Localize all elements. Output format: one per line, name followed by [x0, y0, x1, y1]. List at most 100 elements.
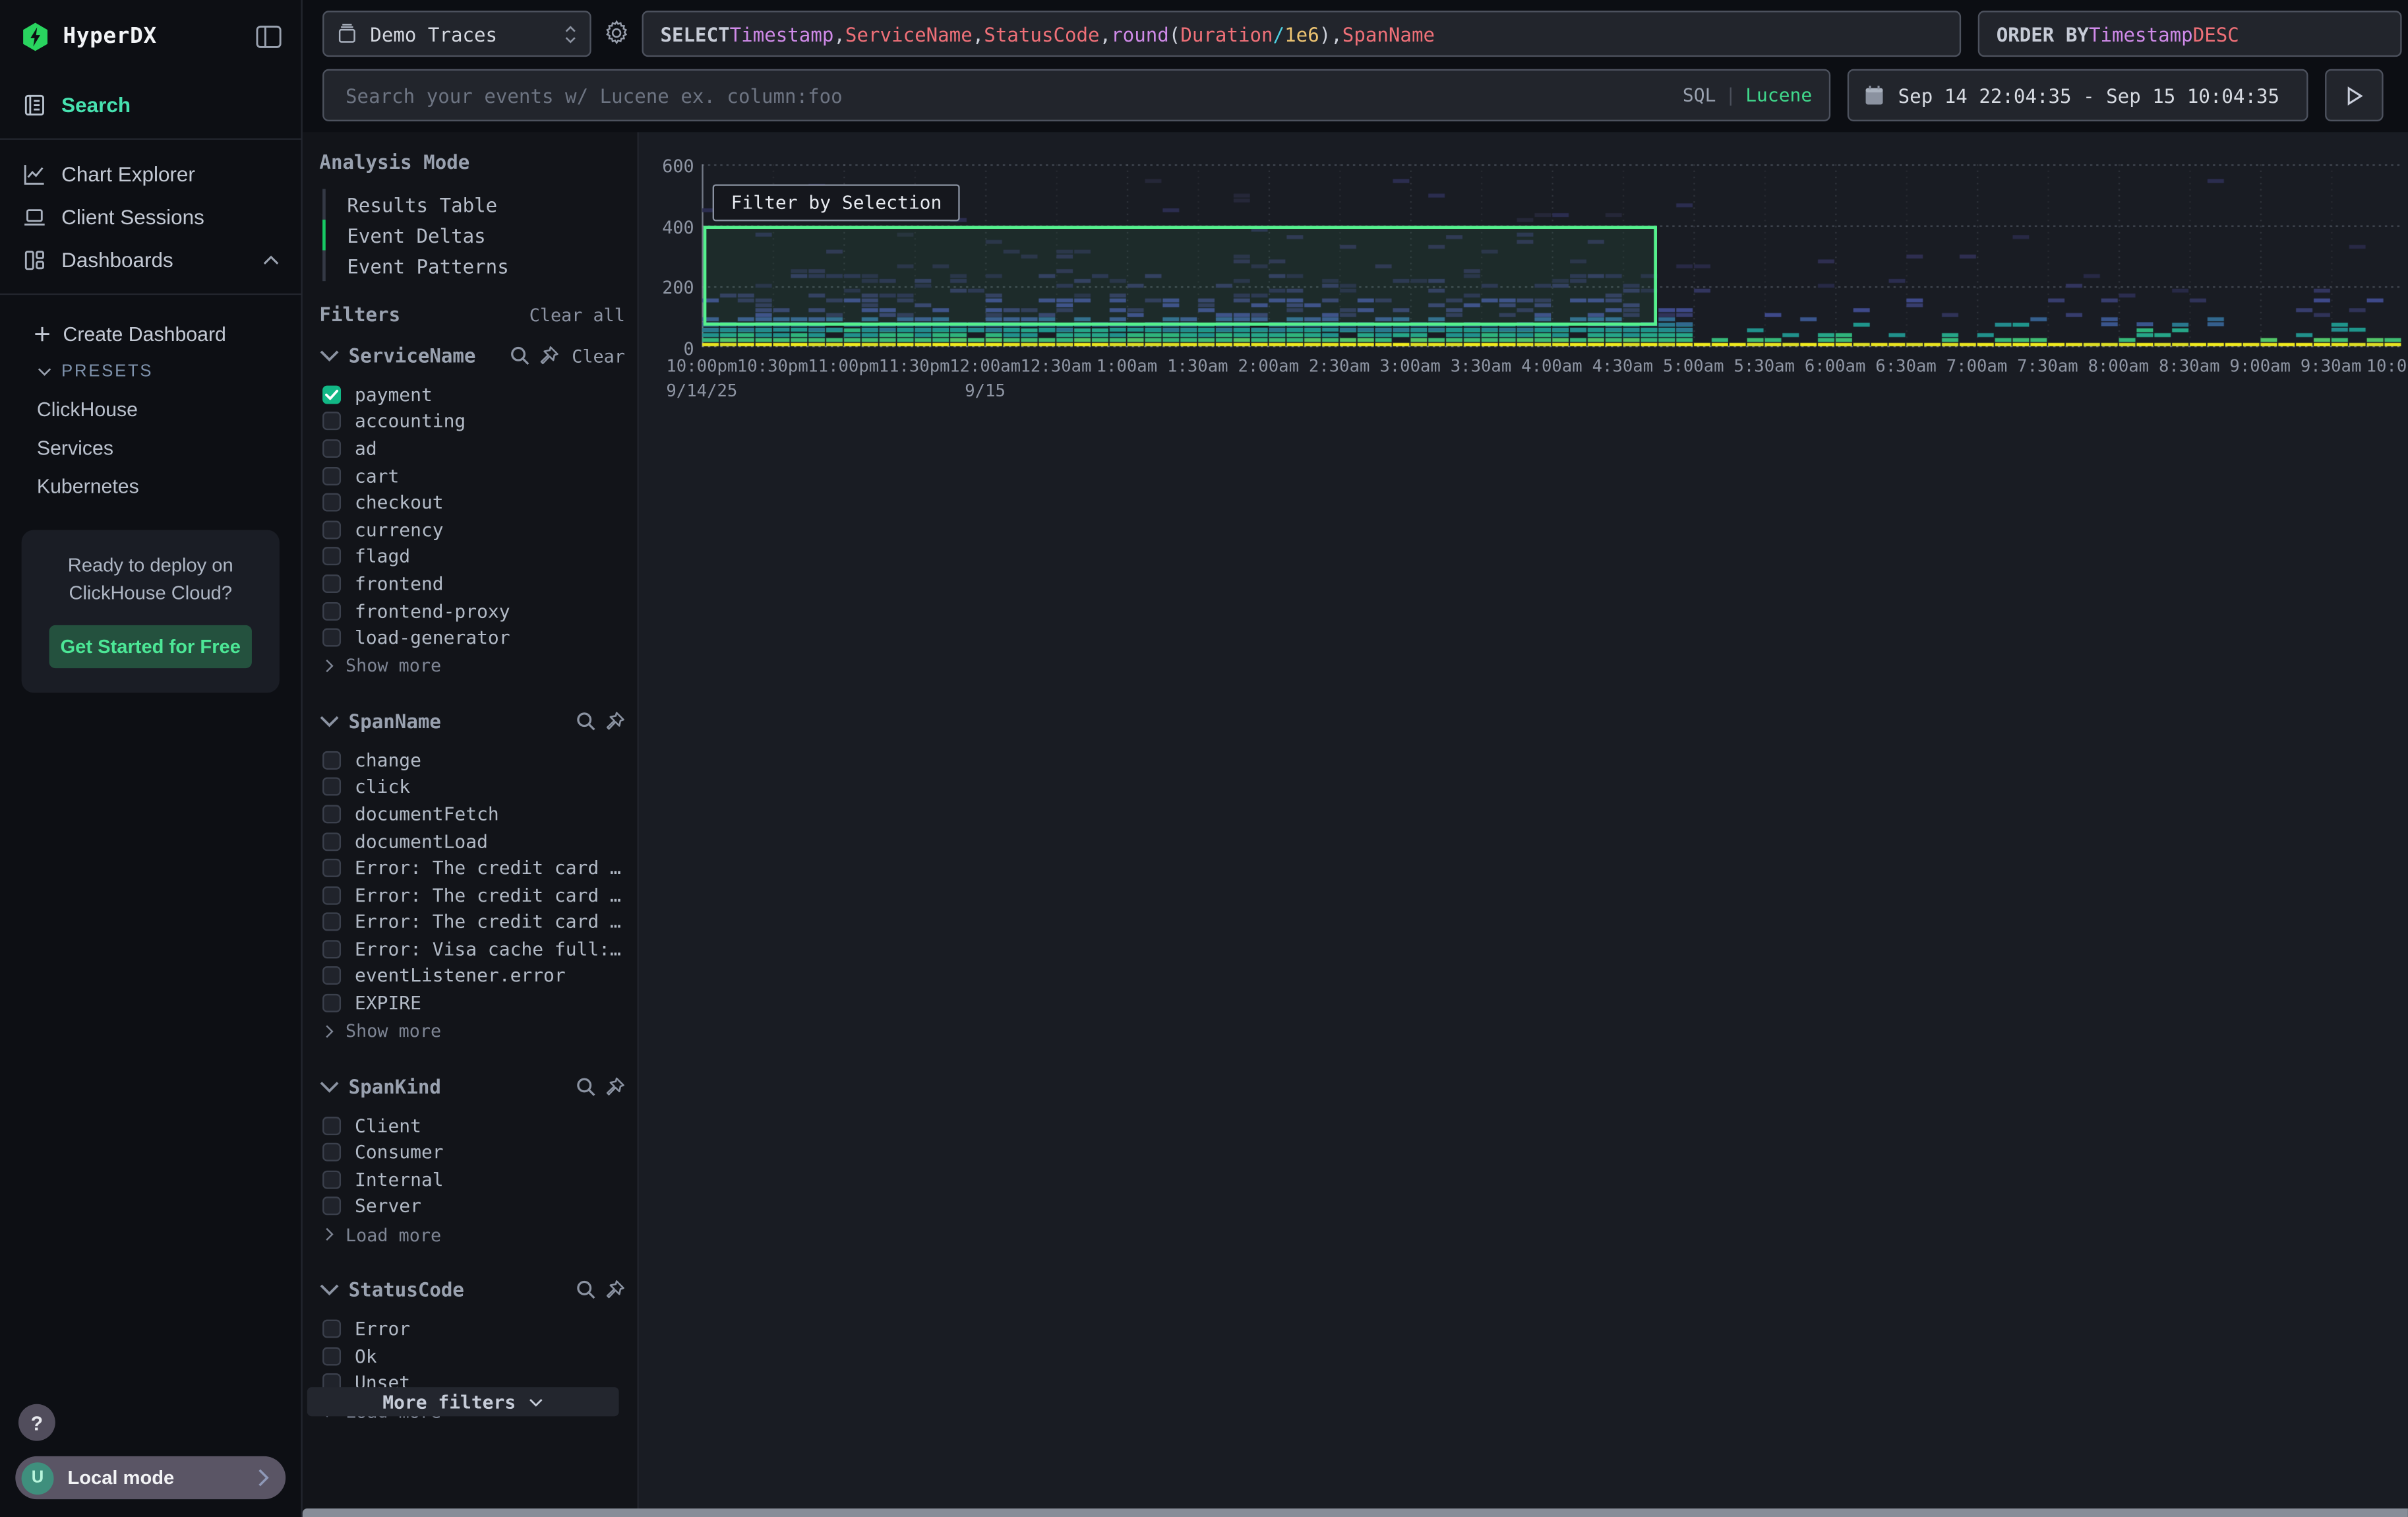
filter-checkbox-item[interactable]: eventListener.error [319, 963, 624, 990]
search-icon[interactable] [576, 1076, 595, 1096]
filter-checkbox-item[interactable]: ad [319, 435, 624, 462]
search-icon[interactable] [576, 711, 595, 731]
checkbox[interactable] [322, 859, 341, 877]
sidebar-item-chart-explorer[interactable]: Chart Explorer [0, 152, 301, 195]
sql-mode-button[interactable]: SQL [1683, 84, 1716, 106]
checkbox[interactable] [322, 886, 341, 904]
checkbox[interactable] [322, 466, 341, 485]
chart-selection[interactable] [704, 226, 1657, 326]
preset-item-clickhouse[interactable]: ClickHouse [0, 390, 301, 429]
checkbox[interactable] [322, 913, 341, 931]
sidebar-item-client-sessions[interactable]: Client Sessions [0, 195, 301, 238]
time-range-picker[interactable]: Sep 14 22:04:35 - Sep 15 10:04:35 [1848, 69, 2308, 121]
filter-by-selection-button[interactable]: Filter by Selection [713, 184, 961, 221]
pin-icon[interactable] [605, 1280, 625, 1300]
pin-icon[interactable] [605, 1076, 625, 1096]
lucene-mode-button[interactable]: Lucene [1745, 84, 1812, 106]
presets-toggle[interactable]: PRESETS [0, 354, 301, 390]
preset-item-kubernetes[interactable]: Kubernetes [0, 467, 301, 505]
filter-checkbox-item[interactable]: documentLoad [319, 828, 624, 855]
search-icon[interactable] [510, 346, 530, 365]
run-query-button[interactable] [2325, 69, 2384, 121]
search-input[interactable] [342, 82, 1700, 109]
filter-group-title[interactable]: StatusCode [349, 1278, 567, 1301]
sidebar-item-dashboards[interactable]: Dashboards [0, 238, 301, 281]
select-query-input[interactable]: SELECT Timestamp, ServiceName, StatusCod… [642, 11, 1962, 57]
filter-checkbox-item[interactable]: Consumer [319, 1139, 624, 1166]
analysis-mode-option[interactable]: Event Deltas [322, 220, 625, 251]
filter-checkbox-item[interactable]: documentFetch [319, 801, 624, 828]
filter-checkbox-item[interactable]: click [319, 774, 624, 801]
checkbox[interactable] [322, 629, 341, 647]
filter-group-title[interactable]: SpanName [349, 710, 567, 733]
pin-icon[interactable] [539, 346, 559, 365]
checkbox[interactable] [322, 1170, 341, 1189]
clear-filter-button[interactable]: Clear [572, 345, 625, 367]
filter-checkbox-item[interactable]: frontend [319, 570, 624, 597]
checkbox[interactable] [322, 751, 341, 769]
show-more-button[interactable]: Load more [319, 1222, 624, 1248]
filter-checkbox-item[interactable]: flagd [319, 543, 624, 570]
filter-checkbox-item[interactable]: accounting [319, 408, 624, 435]
checkbox[interactable] [322, 1320, 341, 1338]
analysis-mode-option[interactable]: Results Table [322, 189, 625, 220]
more-filters-button[interactable]: More filters [307, 1387, 619, 1416]
sidebar-item-search[interactable]: Search [0, 83, 301, 126]
chevron-down-icon[interactable] [319, 711, 339, 731]
search-icon[interactable] [576, 1280, 595, 1300]
checkbox[interactable] [322, 994, 341, 1012]
filter-checkbox-item[interactable]: Client [319, 1112, 624, 1139]
checkbox[interactable] [322, 1116, 341, 1134]
filter-checkbox-item[interactable]: change [319, 747, 624, 774]
filter-checkbox-item[interactable]: cart [319, 462, 624, 489]
filter-checkbox-item[interactable]: Server [319, 1193, 624, 1220]
filter-checkbox-item[interactable]: frontend-proxy [319, 597, 624, 624]
filter-checkbox-item[interactable]: Ok [319, 1342, 624, 1369]
checkbox[interactable] [322, 778, 341, 796]
user-menu[interactable]: U Local mode [15, 1456, 286, 1499]
checkbox[interactable] [322, 832, 341, 850]
chevron-down-icon[interactable] [319, 346, 339, 365]
checkbox[interactable] [322, 967, 341, 985]
show-more-button[interactable]: Show more [319, 1018, 624, 1045]
filter-group-title[interactable]: ServiceName [349, 344, 501, 367]
filter-checkbox-item[interactable]: load-generator [319, 624, 624, 651]
filter-group-title[interactable]: SpanKind [349, 1075, 567, 1098]
filter-checkbox-item[interactable]: EXPIRE [319, 990, 624, 1017]
help-button[interactable]: ? [18, 1404, 55, 1441]
get-started-button[interactable]: Get Started for Free [49, 625, 252, 668]
checkbox[interactable] [322, 1143, 341, 1161]
clear-all-button[interactable]: Clear all [529, 303, 625, 325]
checkbox[interactable] [322, 493, 341, 512]
checkbox[interactable] [322, 1347, 341, 1365]
checkbox[interactable] [322, 940, 341, 958]
filter-checkbox-item[interactable]: currency [319, 516, 624, 543]
checkbox[interactable] [322, 412, 341, 431]
filter-checkbox-item[interactable]: checkout [319, 489, 624, 516]
checkbox[interactable] [322, 1197, 341, 1216]
filter-checkbox-item[interactable]: Internal [319, 1166, 624, 1193]
checkbox[interactable] [322, 520, 341, 539]
checkbox[interactable] [322, 602, 341, 620]
filter-checkbox-item[interactable]: Error: The credit card (… [319, 855, 624, 882]
checkbox[interactable] [322, 439, 341, 458]
order-by-input[interactable]: ORDER BY Timestamp DESC [1978, 11, 2402, 57]
checkbox[interactable] [322, 805, 341, 823]
pin-icon[interactable] [605, 711, 625, 731]
checkbox-checked[interactable] [322, 385, 341, 404]
filter-checkbox-item[interactable]: Error [319, 1315, 624, 1342]
create-dashboard-button[interactable]: Create Dashboard [0, 313, 301, 354]
chevron-down-icon[interactable] [319, 1280, 339, 1300]
chevron-down-icon[interactable] [319, 1076, 339, 1096]
show-more-button[interactable]: Show more [319, 653, 624, 679]
analysis-mode-option[interactable]: Event Patterns [322, 251, 625, 282]
filter-checkbox-item[interactable]: Error: The credit card (… [319, 909, 624, 936]
checkbox[interactable] [322, 574, 341, 593]
source-select[interactable]: Demo Traces [322, 11, 591, 57]
preset-item-services[interactable]: Services [0, 429, 301, 467]
horizontal-scrollbar[interactable] [303, 1508, 2408, 1517]
source-settings-button[interactable] [603, 20, 631, 47]
filter-checkbox-item[interactable]: Error: The credit card (… [319, 882, 624, 909]
filter-checkbox-item[interactable]: payment [319, 381, 624, 408]
sidebar-collapse-icon[interactable] [255, 24, 283, 49]
